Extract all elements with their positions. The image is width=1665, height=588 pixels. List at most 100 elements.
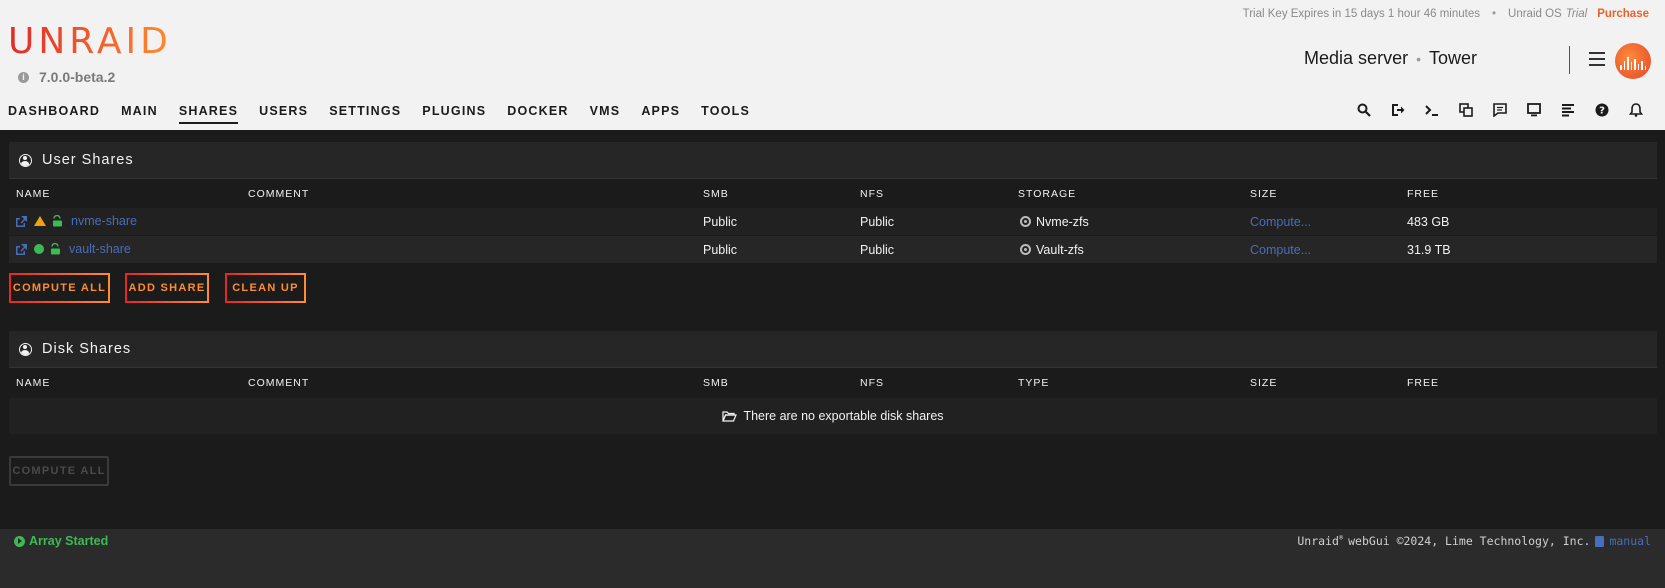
- toolbar-icons: ?: [1347, 101, 1653, 119]
- table-row: vault-share Public Public Vault-zfs Comp…: [9, 236, 1657, 263]
- trial-bar: Trial Key Expires in 15 days 1 hour 46 m…: [1243, 8, 1649, 20]
- user-circle-icon: [19, 153, 32, 167]
- user-circle-icon: [19, 342, 32, 356]
- nav-apps[interactable]: APPS: [641, 104, 680, 124]
- nav-docker[interactable]: DOCKER: [507, 104, 568, 124]
- nav-plugins[interactable]: PLUGINS: [422, 104, 486, 124]
- terminal-icon[interactable]: [1415, 101, 1449, 119]
- search-icon[interactable]: [1347, 101, 1381, 119]
- nav-vms[interactable]: VMS: [590, 104, 621, 124]
- col-nfs[interactable]: NFS: [860, 377, 884, 389]
- compute-size-link[interactable]: Compute...: [1250, 243, 1311, 257]
- footer: Array Started Unraid® webGui ©2024, Lime…: [0, 529, 1665, 588]
- share-name-cell: nvme-share: [15, 214, 137, 228]
- share-storage: Vault-zfs: [1020, 243, 1084, 257]
- nav-main[interactable]: MAIN: [121, 104, 158, 124]
- empty-message: There are no exportable disk shares: [743, 409, 944, 423]
- clean-up-button[interactable]: CLEAN UP: [225, 273, 306, 303]
- disk-icon: [1020, 216, 1031, 227]
- col-name[interactable]: NAME: [16, 377, 50, 389]
- col-name[interactable]: NAME: [16, 188, 50, 200]
- share-smb[interactable]: Public: [703, 243, 737, 257]
- monitor-icon[interactable]: [1517, 101, 1551, 119]
- disk-icon: [1020, 244, 1031, 255]
- user-avatar[interactable]: [1615, 43, 1651, 79]
- user-shares-title: User Shares: [9, 142, 1657, 178]
- os-label: Unraid OS: [1508, 8, 1562, 20]
- col-type[interactable]: TYPE: [1018, 377, 1049, 389]
- col-size[interactable]: SIZE: [1250, 188, 1277, 200]
- status-ok-icon: [34, 244, 44, 254]
- header: Trial Key Expires in 15 days 1 hour 46 m…: [0, 0, 1665, 130]
- header-divider: [1569, 46, 1570, 74]
- copyright-brand: Unraid®: [1297, 534, 1344, 548]
- manual-link[interactable]: manual: [1609, 534, 1651, 548]
- log-icon[interactable]: [1551, 101, 1585, 119]
- disk-shares-header: NAME COMMENT SMB NFS TYPE SIZE FREE: [9, 367, 1657, 397]
- col-free[interactable]: FREE: [1407, 188, 1439, 200]
- storage-label: Vault-zfs: [1036, 243, 1084, 257]
- copy-icon[interactable]: [1449, 101, 1483, 119]
- empty-disk-shares: There are no exportable disk shares: [9, 398, 1657, 434]
- separator-dot: •: [1491, 8, 1497, 20]
- compute-all-button[interactable]: COMPUTE ALL: [9, 273, 110, 303]
- os-trial-label: Trial: [1565, 8, 1588, 20]
- version-info: i 7.0.0-beta.2: [18, 69, 115, 85]
- compute-size-link[interactable]: Compute...: [1250, 215, 1311, 229]
- share-name-link[interactable]: nvme-share: [71, 214, 137, 228]
- help-icon[interactable]: ?: [1585, 101, 1619, 119]
- trial-expiry-text[interactable]: Trial Key Expires in 15 days 1 hour 46 m…: [1243, 8, 1480, 20]
- logout-icon[interactable]: [1381, 101, 1415, 119]
- col-storage[interactable]: STORAGE: [1018, 188, 1076, 200]
- version-label: 7.0.0-beta.2: [39, 69, 116, 85]
- user-shares-header: NAME COMMENT SMB NFS STORAGE SIZE FREE: [9, 178, 1657, 208]
- user-shares-title-text: User Shares: [42, 152, 134, 168]
- unraid-logo[interactable]: UNRAID: [8, 22, 172, 62]
- external-link-icon[interactable]: [15, 243, 28, 256]
- nav-dashboard[interactable]: DASHBOARD: [8, 104, 100, 124]
- server-description: Media server: [1304, 48, 1409, 68]
- hamburger-menu-icon[interactable]: [1589, 52, 1605, 66]
- disk-shares-title-text: Disk Shares: [42, 341, 132, 357]
- server-name: Media server • Tower: [1304, 48, 1477, 69]
- share-free: 483 GB: [1407, 215, 1450, 229]
- share-free: 31.9 TB: [1407, 243, 1451, 257]
- disk-compute-all-button[interactable]: COMPUTE ALL: [9, 456, 109, 486]
- col-smb[interactable]: SMB: [703, 377, 729, 389]
- svg-text:?: ?: [1599, 106, 1605, 117]
- col-comment[interactable]: COMMENT: [248, 377, 309, 389]
- share-nfs[interactable]: Public: [860, 215, 894, 229]
- server-hostname: Tower: [1428, 48, 1477, 68]
- col-nfs[interactable]: NFS: [860, 188, 884, 200]
- col-free[interactable]: FREE: [1407, 377, 1439, 389]
- nav-shares[interactable]: SHARES: [178, 104, 239, 124]
- nav-settings[interactable]: SETTINGS: [329, 104, 401, 124]
- nav-users[interactable]: USERS: [259, 104, 308, 124]
- separator-dot: •: [1416, 50, 1421, 67]
- storage-label: Nvme-zfs: [1036, 215, 1089, 229]
- external-link-icon[interactable]: [15, 215, 28, 228]
- array-status[interactable]: Array Started: [14, 534, 108, 548]
- warning-icon: [34, 216, 46, 226]
- share-smb[interactable]: Public: [703, 215, 737, 229]
- share-name-cell: vault-share: [15, 242, 131, 256]
- book-icon: [1595, 535, 1605, 547]
- share-nfs[interactable]: Public: [860, 243, 894, 257]
- feedback-icon[interactable]: [1483, 101, 1517, 119]
- array-status-text: Array Started: [29, 534, 109, 548]
- add-share-button[interactable]: ADD SHARE: [125, 273, 209, 303]
- col-smb[interactable]: SMB: [703, 188, 729, 200]
- nav-tools[interactable]: TOOLS: [701, 104, 750, 124]
- bell-icon[interactable]: [1619, 101, 1653, 119]
- purchase-link[interactable]: Purchase: [1597, 8, 1649, 20]
- share-name-link[interactable]: vault-share: [69, 242, 131, 256]
- unlock-icon: [51, 243, 60, 255]
- unlock-icon: [53, 215, 62, 227]
- table-row: nvme-share Public Public Nvme-zfs Comput…: [9, 208, 1657, 235]
- disk-shares-title: Disk Shares: [9, 331, 1657, 367]
- col-comment[interactable]: COMMENT: [248, 188, 309, 200]
- col-size[interactable]: SIZE: [1250, 377, 1277, 389]
- info-icon[interactable]: i: [18, 71, 29, 83]
- play-circle-icon: [14, 535, 25, 547]
- copyright: Unraid® webGui ©2024, Lime Technology, I…: [1297, 534, 1651, 548]
